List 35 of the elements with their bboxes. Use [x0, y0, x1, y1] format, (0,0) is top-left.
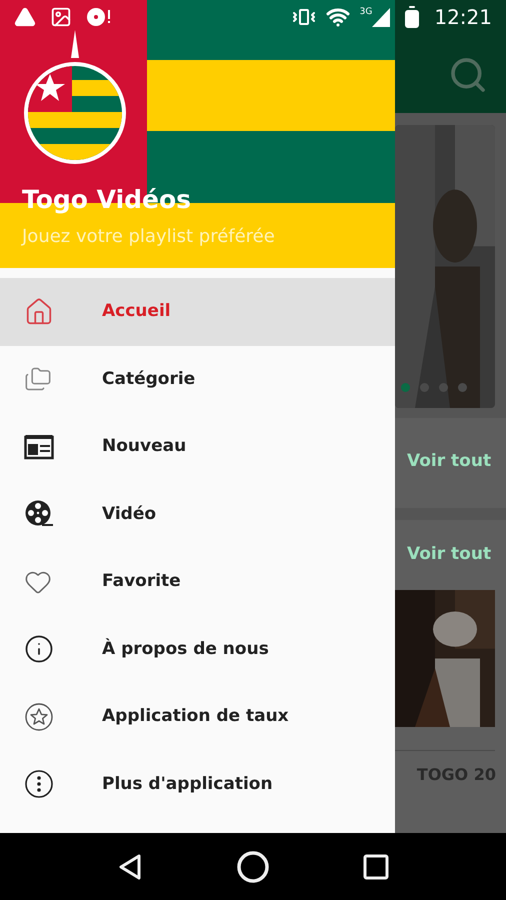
calendar-icon: [24, 434, 54, 460]
item-label: Accueil: [102, 300, 171, 323]
warning-icon: [14, 6, 36, 28]
disc-alert-icon: [86, 6, 112, 28]
item-label: Vidéo: [102, 502, 156, 526]
see-all-link[interactable]: Voir tout: [407, 449, 492, 475]
drawer-item[interactable]: À propos de nous: [0, 616, 395, 683]
signal-icon: [372, 7, 390, 27]
drawer-item[interactable]: Catégorie: [0, 346, 395, 413]
drawer-item[interactable]: Favorite: [0, 548, 395, 616]
see-all-link[interactable]: Voir tout: [407, 542, 492, 568]
back-icon[interactable]: [116, 852, 143, 880]
search-icon[interactable]: [448, 55, 488, 95]
home-icon: [24, 296, 54, 327]
item-label: Catégorie: [102, 368, 196, 390]
drawer-item[interactable]: Nouveau: [0, 413, 395, 480]
drawer-item[interactable]: Accueil: [0, 278, 395, 346]
home-icon[interactable]: [236, 850, 270, 884]
item-label: Application de taux: [102, 705, 289, 728]
drawer-item[interactable]: Plus d'application: [0, 750, 395, 818]
more-options-icon: [24, 769, 54, 800]
info-icon: [24, 634, 54, 664]
item-label: Plus d'application: [102, 772, 273, 796]
app-subtitle: Jouez votre playlist préférée: [22, 225, 275, 249]
drawer-item[interactable]: Vidéo: [0, 480, 395, 548]
item-label: Favorite: [102, 570, 181, 593]
clock: 12:21: [434, 4, 492, 31]
folder-icon: [24, 365, 52, 394]
drawer-item[interactable]: Application de taux: [0, 683, 395, 750]
network-type: 3G: [360, 7, 372, 17]
recent-apps-icon[interactable]: [363, 854, 390, 880]
item-label: À propos de nous: [102, 637, 269, 660]
item-label: Nouveau: [102, 435, 186, 458]
image-icon: [50, 6, 72, 28]
star-circle-icon: [24, 702, 54, 732]
